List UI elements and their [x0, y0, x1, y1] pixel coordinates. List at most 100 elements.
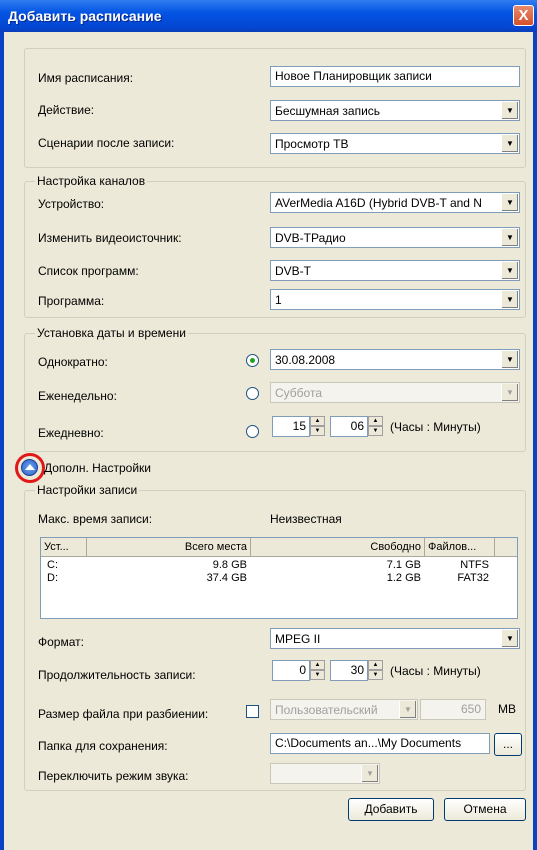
chevron-down-icon: ▼	[501, 135, 518, 152]
duration-minutes-spinner[interactable]: 30 ▲ ▼	[330, 660, 384, 681]
add-schedule-dialog: Добавить расписание X Имя расписания: Но…	[0, 0, 537, 850]
cell-total: 9.8 GB	[212, 559, 247, 571]
after-record-value: Просмотр ТВ	[275, 137, 349, 151]
cell-free: 1.2 GB	[386, 572, 421, 584]
save-folder-input[interactable]: C:\Documents an...\My Documents	[270, 733, 490, 754]
once-date-dropdown[interactable]: 30.08.2008 ▼	[270, 349, 520, 370]
chevron-down-icon: ▼	[361, 765, 378, 782]
program-list-value: DVB-T	[275, 264, 311, 278]
datetime-legend: Установка даты и времени	[37, 326, 186, 340]
duration-units-label: (Часы : Минуты)	[390, 664, 481, 678]
max-record-label: Макс. время записи:	[38, 512, 153, 526]
format-dropdown[interactable]: MPEG II ▼	[270, 628, 520, 649]
title-bar: Добавить расписание X	[0, 0, 537, 32]
split-mode-value: Пользовательский	[275, 703, 378, 717]
duration-minutes-stepper[interactable]: ▲ ▼	[368, 660, 383, 681]
chevron-down-icon: ▼	[501, 262, 518, 279]
chevron-down-icon: ▼	[501, 384, 518, 401]
chevron-down-icon: ▼	[501, 630, 518, 647]
spin-down-icon[interactable]: ▼	[368, 670, 383, 680]
spin-down-icon[interactable]: ▼	[368, 426, 383, 436]
expand-collapse-icon[interactable]	[21, 459, 38, 476]
cell-drive: D:	[47, 572, 58, 584]
split-unit-label: MB	[498, 702, 516, 716]
once-date-value: 30.08.2008	[275, 353, 336, 367]
duration-minutes-value[interactable]: 30	[330, 660, 368, 681]
format-label: Формат:	[38, 635, 84, 649]
after-record-dropdown[interactable]: Просмотр ТВ ▼	[270, 133, 520, 154]
daily-minutes-stepper[interactable]: ▲ ▼	[368, 416, 383, 437]
chevron-down-icon: ▼	[501, 194, 518, 211]
program-list-label: Список программ:	[38, 264, 139, 278]
weekly-label: Еженедельно:	[38, 389, 117, 403]
daily-minutes-spinner[interactable]: 06 ▲ ▼	[330, 416, 384, 437]
window-title: Добавить расписание	[8, 8, 162, 24]
weekly-day-dropdown[interactable]: Суббота ▼	[270, 382, 520, 403]
chevron-down-icon: ▼	[501, 351, 518, 368]
duration-hours-stepper[interactable]: ▲ ▼	[310, 660, 325, 681]
spin-up-icon[interactable]: ▲	[310, 416, 325, 426]
action-label: Действие:	[38, 103, 95, 117]
device-value: AVerMedia A16D (Hybrid DVB-T and N	[275, 196, 482, 210]
daily-hours-stepper[interactable]: ▲ ▼	[310, 416, 325, 437]
cell-filesystem: NTFS	[460, 559, 489, 571]
duration-hours-spinner[interactable]: 0 ▲ ▼	[272, 660, 326, 681]
device-dropdown[interactable]: AVerMedia A16D (Hybrid DVB-T and N ▼	[270, 192, 520, 213]
column-header-filesystem[interactable]: Файлов...	[425, 538, 495, 556]
spin-up-icon[interactable]: ▲	[368, 416, 383, 426]
after-record-label: Сценарии после записи:	[38, 136, 175, 150]
chevron-down-icon: ▼	[501, 229, 518, 246]
once-radio[interactable]	[246, 354, 259, 367]
daily-hours-spinner[interactable]: 15 ▲ ▼	[272, 416, 326, 437]
daily-label: Ежедневно:	[38, 426, 104, 440]
action-dropdown[interactable]: Бесшумная запись ▼	[270, 100, 520, 121]
daily-minutes-value[interactable]: 06	[330, 416, 368, 437]
spin-up-icon[interactable]: ▲	[310, 660, 325, 670]
video-source-label: Изменить видеоисточник:	[38, 231, 182, 245]
weekly-radio[interactable]	[246, 387, 259, 400]
video-source-value: DVB-TРадио	[275, 231, 346, 245]
program-label: Программа:	[38, 294, 105, 308]
recording-legend: Настройки записи	[37, 483, 138, 497]
cancel-button[interactable]: Отмена	[444, 798, 526, 821]
chevron-down-icon: ▼	[501, 102, 518, 119]
chevron-down-icon: ▼	[501, 291, 518, 308]
audio-mode-dropdown[interactable]: ▼	[270, 763, 380, 784]
duration-label: Продолжительность записи:	[38, 668, 196, 682]
spin-down-icon[interactable]: ▼	[310, 670, 325, 680]
close-button[interactable]: X	[513, 5, 534, 26]
weekly-day-value: Суббота	[275, 386, 322, 400]
daily-hours-value[interactable]: 15	[272, 416, 310, 437]
max-record-value: Неизвестная	[270, 512, 342, 526]
spin-up-icon[interactable]: ▲	[368, 660, 383, 670]
column-header-total[interactable]: Всего места	[87, 538, 251, 556]
split-file-checkbox[interactable]	[246, 705, 259, 718]
drives-list[interactable]: Уст... Всего места Свободно Файлов... C:…	[40, 537, 518, 619]
duration-hours-value[interactable]: 0	[272, 660, 310, 681]
schedule-name-input[interactable]: Новое Планировщик записи	[270, 66, 520, 87]
audio-mode-label: Переключить режим звука:	[38, 769, 189, 783]
add-button[interactable]: Добавить	[348, 798, 434, 821]
spin-down-icon[interactable]: ▼	[310, 426, 325, 436]
split-size-label: Размер файла при разбиении:	[38, 707, 209, 721]
chevron-down-icon: ▼	[399, 701, 416, 718]
cell-filesystem: FAT32	[457, 572, 489, 584]
device-label: Устройство:	[38, 197, 105, 211]
schedule-name-label: Имя расписания:	[38, 71, 134, 85]
column-header-drive[interactable]: Уст...	[41, 538, 87, 556]
save-folder-label: Папка для сохранения:	[38, 739, 168, 753]
column-header-free[interactable]: Свободно	[251, 538, 425, 556]
split-mode-dropdown[interactable]: Пользовательский ▼	[270, 699, 418, 720]
format-value: MPEG II	[275, 632, 321, 646]
daily-radio[interactable]	[246, 425, 259, 438]
split-size-input[interactable]: 650	[420, 699, 486, 720]
program-list-dropdown[interactable]: DVB-T ▼	[270, 260, 520, 281]
cell-drive: C:	[47, 559, 58, 571]
once-label: Однократно:	[38, 355, 108, 369]
action-value: Бесшумная запись	[275, 104, 381, 118]
program-dropdown[interactable]: 1 ▼	[270, 289, 520, 310]
daily-units-label: (Часы : Минуты)	[390, 420, 481, 434]
advanced-settings-toggle[interactable]: Дополн. Настройки	[44, 461, 151, 475]
video-source-dropdown[interactable]: DVB-TРадио ▼	[270, 227, 520, 248]
browse-button[interactable]: ...	[494, 733, 522, 756]
